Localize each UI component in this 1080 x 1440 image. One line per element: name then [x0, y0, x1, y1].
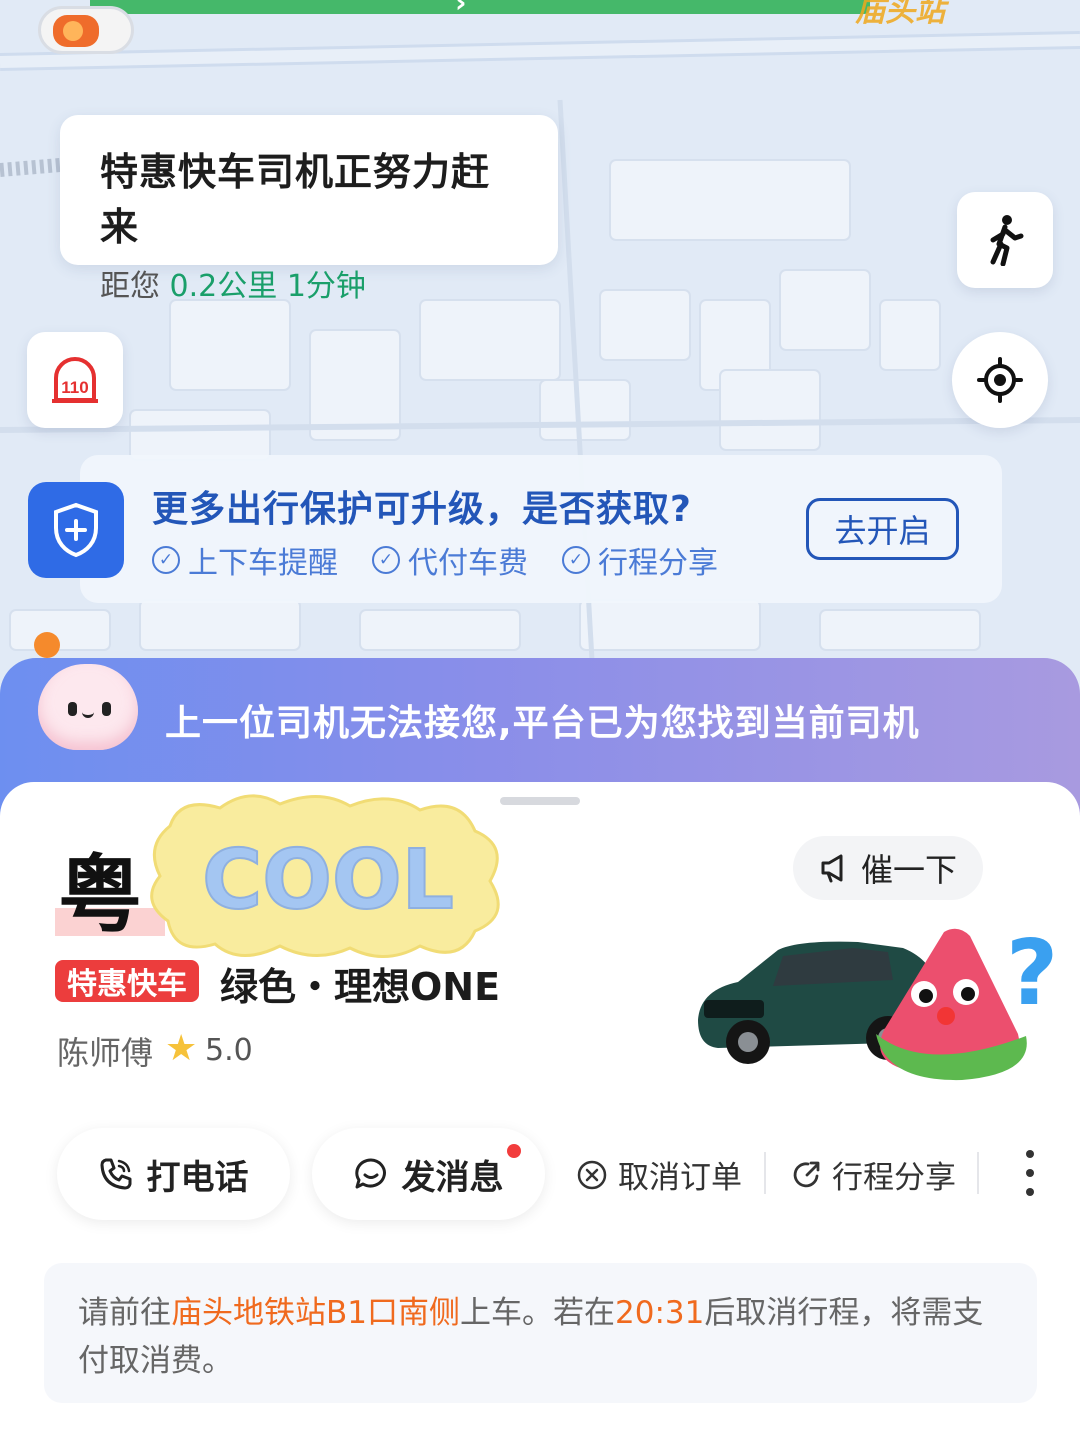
chat-bubble-icon	[354, 1158, 386, 1189]
distance-prefix: 距您	[100, 269, 160, 304]
star-icon: ★	[165, 1028, 198, 1069]
svg-text:COOL: COOL	[202, 833, 454, 928]
destination-label: 庙头站	[855, 0, 945, 29]
protection-item: ✓ 代付车费	[372, 538, 528, 582]
protection-items: ✓ 上下车提醒 ✓ 代付车费 ✓ 行程分享	[152, 538, 718, 582]
protection-title: 更多出行保护可升级，是否获取?	[152, 489, 692, 530]
car-marker-icon	[38, 6, 134, 54]
share-arrow-icon	[793, 1161, 820, 1187]
walking-person-icon	[990, 215, 1024, 266]
svg-text:?: ?	[1006, 924, 1056, 1026]
pickup-notice: 请前往庙头地铁站B1口南侧上车。若在20:31后取消行程，将需支付取消费。	[44, 1263, 1037, 1403]
car-description: 绿色・理想ONE	[220, 965, 501, 1009]
message-label: 发消息	[401, 1157, 504, 1198]
share-label: 行程分享	[832, 1160, 956, 1196]
protection-item-label: 上下车提醒	[188, 546, 338, 581]
call-driver-button[interactable]: 打电话	[57, 1128, 290, 1220]
close-circle-icon	[577, 1160, 607, 1189]
cancel-label: 取消订单	[618, 1160, 742, 1196]
mascot-eye	[68, 702, 77, 716]
notice-text: 上车。若在	[460, 1295, 615, 1331]
check-circle-icon: ✓	[562, 546, 590, 574]
locate-me-button[interactable]	[952, 332, 1048, 428]
protection-item-label: 行程分享	[598, 546, 718, 581]
police-alarm-icon: 110	[52, 357, 98, 403]
mascot-mouth	[82, 712, 94, 718]
divider	[764, 1152, 766, 1194]
check-circle-icon: ✓	[372, 546, 400, 574]
walk-navigation-button[interactable]	[957, 192, 1053, 288]
watermelon-sticker-icon: ?	[876, 924, 1056, 1081]
protection-item-label: 代付车费	[408, 546, 528, 581]
cancel-deadline: 20:31	[615, 1295, 705, 1331]
unread-dot	[507, 1144, 521, 1158]
cancel-order-button[interactable]: 取消订单	[576, 1152, 742, 1197]
megaphone-icon	[821, 854, 843, 883]
cool-sticker-icon: COOL	[150, 794, 500, 958]
mascot-eye	[102, 702, 111, 716]
driver-status-card: 特惠快车司机正努力赶来 距您 0.2公里 1分钟	[60, 115, 558, 304]
message-driver-button[interactable]: 发消息	[312, 1128, 545, 1220]
mascot-icon	[38, 664, 138, 750]
orange-fruit-icon	[34, 632, 60, 658]
urge-label: 催一下	[860, 851, 957, 889]
check-circle-icon: ✓	[152, 546, 180, 574]
urge-driver-button[interactable]: 催一下	[793, 836, 983, 900]
sheet-drag-handle[interactable]	[500, 797, 580, 805]
distance-value: 0.2公里	[169, 269, 278, 304]
crosshair-icon	[977, 357, 1023, 403]
police-110-button[interactable]: 110	[27, 332, 123, 428]
driver-rating: 5.0	[205, 1033, 253, 1068]
service-type-badge: 特惠快车	[55, 960, 199, 1002]
svg-text:110: 110	[61, 378, 88, 397]
eta-value: 1分钟	[286, 269, 366, 304]
enable-protection-button[interactable]: 去开启	[806, 498, 959, 560]
status-distance: 距您 0.2公里 1分钟	[100, 261, 518, 305]
notice-text: 请前往	[78, 1295, 171, 1331]
divider	[977, 1152, 979, 1194]
call-label: 打电话	[146, 1157, 249, 1198]
route-direction-icon: ›	[455, 0, 467, 19]
pickup-location: 庙头地铁站B1口南侧	[171, 1295, 460, 1331]
reassign-message: 上一位司机无法接您,平台已为您找到当前司机	[165, 703, 920, 744]
route-line	[90, 0, 870, 14]
phone-icon	[100, 1158, 131, 1190]
more-options-icon[interactable]	[1013, 1150, 1047, 1196]
protection-item: ✓ 上下车提醒	[152, 538, 338, 582]
status-title: 特惠快车司机正努力赶来	[100, 150, 491, 249]
driver-name: 陈师傅	[57, 1034, 154, 1072]
share-trip-button[interactable]: 行程分享	[790, 1152, 956, 1197]
protection-item: ✓ 行程分享	[562, 538, 718, 582]
license-plate: 粤	[58, 846, 145, 944]
shield-icon	[28, 482, 124, 578]
